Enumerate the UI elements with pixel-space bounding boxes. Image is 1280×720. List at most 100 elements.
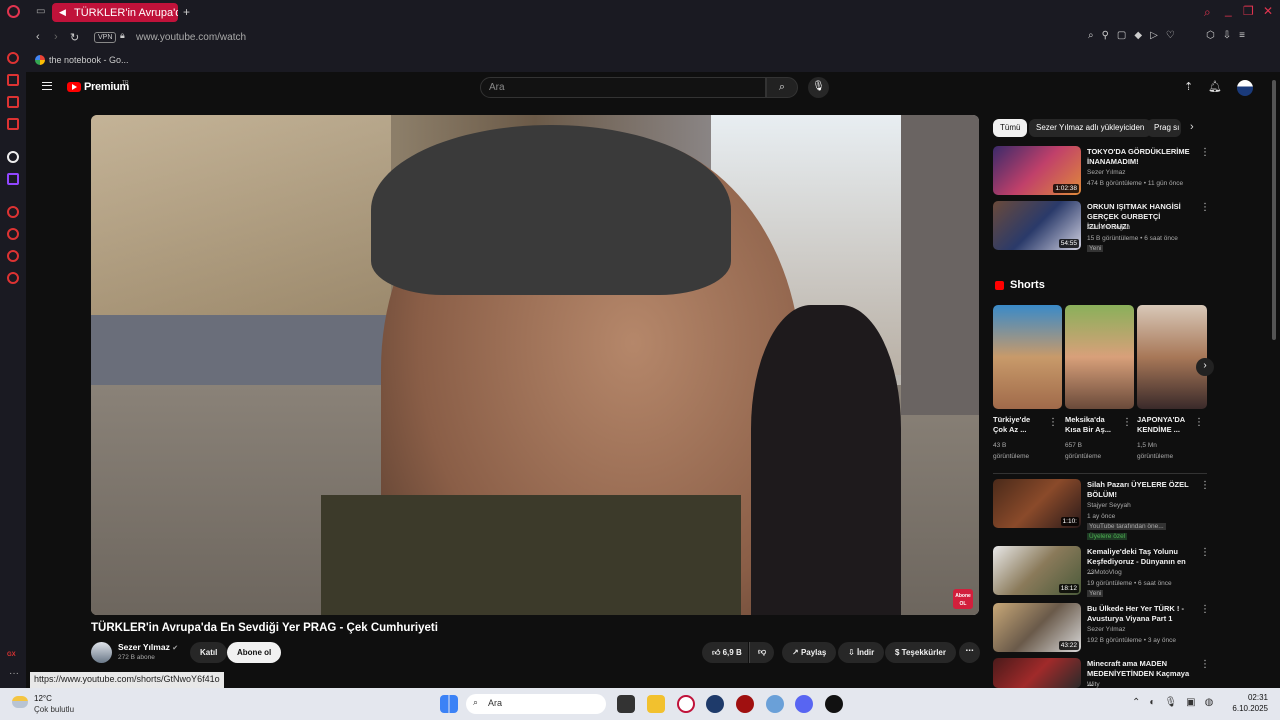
youtube-logo-icon[interactable] <box>67 82 81 92</box>
rec-channel[interactable]: Stajyer Seyyah <box>1087 502 1131 509</box>
minimize-icon[interactable]: _ <box>1225 3 1232 17</box>
taskview-icon[interactable] <box>617 695 635 713</box>
opera-logo-icon[interactable] <box>7 5 20 18</box>
share-button[interactable]: ↗ Paylaş <box>782 642 837 663</box>
toolbar-right-icons[interactable]: ⬡⇩≡ <box>1206 30 1253 41</box>
sidebar-extensions-icon[interactable] <box>7 250 19 262</box>
discord-icon[interactable] <box>795 695 813 713</box>
maximize-icon[interactable]: ❐ <box>1243 4 1254 18</box>
rec-channel[interactable]: Sezer Yılmaz <box>1087 626 1126 633</box>
short-title[interactable]: Türkiye'de Çok Az ... <box>993 415 1041 435</box>
sidebar-speed-dial-icon[interactable] <box>7 52 19 64</box>
bookmark-item[interactable]: the notebook - Go... <box>49 55 129 65</box>
rec-title[interactable]: Minecraft ama MADEN MEDENİYETİNDEN Kaçma… <box>1087 659 1192 689</box>
start-windows-icon[interactable] <box>440 695 458 713</box>
thanks-button[interactable]: $ Teşekkürler <box>885 642 956 663</box>
app-icon-2[interactable] <box>736 695 754 713</box>
more-actions-button[interactable]: ⋯ <box>959 642 980 663</box>
rec-channel[interactable]: 23MotoVlog <box>1087 569 1122 576</box>
search-input[interactable]: Ara <box>480 77 766 98</box>
sidebar-app-icon[interactable] <box>7 151 19 163</box>
app-icon-3[interactable] <box>766 695 784 713</box>
opera-taskbar-icon[interactable] <box>677 695 695 713</box>
subscribe-watermark[interactable]: Abone OL <box>953 589 973 609</box>
sidebar-aria-icon[interactable] <box>7 74 19 86</box>
weather-temp[interactable]: 12°C <box>34 694 52 703</box>
short-thumbnail[interactable] <box>1137 305 1207 409</box>
rec-thumbnail[interactable]: 1:10: <box>993 479 1081 528</box>
short-thumbnail[interactable] <box>1065 305 1134 409</box>
hamburger-menu-icon[interactable] <box>42 82 52 90</box>
search-tabs-icon[interactable]: ⌕ <box>1204 5 1211 20</box>
channel-avatar[interactable] <box>91 642 112 663</box>
clock-date[interactable]: 6.10.2025 <box>1222 704 1268 713</box>
chip-all[interactable]: Tümü <box>993 119 1028 137</box>
like-button[interactable]: 👍︎ 6,9 B <box>702 642 748 663</box>
rec-thumbnail[interactable] <box>993 658 1081 688</box>
rec-thumbnail[interactable]: 18:12 <box>993 546 1081 595</box>
search-button[interactable]: ⌕ <box>766 77 798 98</box>
tab-active[interactable]: ◀ TÜRKLER'in Avrupa'da <box>52 3 178 22</box>
chip-prague[interactable]: Prag sı <box>1147 119 1181 137</box>
chip-uploader[interactable]: Sezer Yılmaz adlı yükleyiciden <box>1029 119 1152 137</box>
video-player[interactable]: Abone OL <box>91 115 979 615</box>
toolbar-icons[interactable]: ⌕⚲▢◆▷♡ <box>1088 30 1183 41</box>
short-thumbnail[interactable] <box>993 305 1062 409</box>
sidebar-mail-icon[interactable] <box>7 118 19 130</box>
upload-icon[interactable]: ⇡ <box>1184 80 1193 93</box>
system-tray-icons[interactable]: ⌃◐🎙︎▣◍ <box>1132 697 1222 708</box>
rec-menu-icon[interactable]: ⋮ <box>1200 604 1210 615</box>
rec-title[interactable]: Silah Pazarı ÜYELERE ÖZEL BÖLÜM! <box>1087 480 1199 500</box>
voice-search-button[interactable]: 🎙︎ <box>808 77 829 98</box>
speaker-icon[interactable]: ◀ <box>59 7 66 18</box>
short-title[interactable]: Meksika'da Kısa Bir Aş... <box>1065 415 1119 435</box>
rec-thumbnail[interactable]: 54:55 <box>993 201 1081 250</box>
rec-channel[interactable]: Sezer Yılmaz <box>1087 169 1126 176</box>
lock-icon[interactable]: 🔒︎ <box>120 30 125 41</box>
scrollbar-thumb[interactable] <box>1272 80 1276 340</box>
rec-menu-icon[interactable]: ⋮ <box>1200 147 1210 158</box>
rec-thumbnail[interactable]: 1:02:38 <box>993 146 1081 195</box>
download-button[interactable]: ⇩ İndir <box>838 642 885 663</box>
dislike-button[interactable]: 👎︎ <box>749 642 775 663</box>
sidebar-twitch-icon[interactable] <box>7 173 19 185</box>
avatar[interactable] <box>1237 80 1253 96</box>
rec-channel[interactable]: Wity <box>1087 681 1100 688</box>
rec-thumbnail[interactable]: 43:22 <box>993 603 1081 652</box>
new-tab-icon[interactable]: + <box>183 5 190 19</box>
taskbar-search[interactable]: ⌕ Ara <box>466 694 606 714</box>
rec-menu-icon[interactable]: ⋮ <box>1200 480 1210 491</box>
rec-menu-icon[interactable]: ⋮ <box>1200 659 1210 670</box>
weather-desc[interactable]: Çok bulutlu <box>34 705 74 714</box>
rec-menu-icon[interactable]: ⋮ <box>1200 547 1210 558</box>
short-menu-icon[interactable]: ⋮ <box>1194 417 1204 428</box>
weather-icon[interactable] <box>12 696 28 708</box>
close-icon[interactable]: ✕ <box>1263 4 1273 18</box>
forward-icon[interactable]: › <box>54 31 58 43</box>
app-icon-1[interactable] <box>706 695 724 713</box>
rec-title[interactable]: TOKYO'DA GÖRDÜKLERİME İNANAMADIM! <box>1087 147 1199 167</box>
sidebar-settings-icon[interactable] <box>7 272 19 284</box>
rec-title[interactable]: Bu Ülkede Her Yer TÜRK ! - Avusturya Viy… <box>1087 604 1199 624</box>
subscribe-button[interactable]: Abone ol <box>227 642 282 663</box>
app-icon-4[interactable] <box>825 695 843 713</box>
rec-channel[interactable]: Ataberk Doğan <box>1087 224 1130 231</box>
shorts-next-button[interactable]: › <box>1196 358 1214 376</box>
tab-islands-icon[interactable]: ▭ <box>36 6 45 17</box>
rec-menu-icon[interactable]: ⋮ <box>1200 202 1210 213</box>
url-text[interactable]: www.youtube.com/watch <box>136 32 246 43</box>
join-button[interactable]: Katıl <box>190 642 228 663</box>
short-menu-icon[interactable]: ⋮ <box>1048 417 1058 428</box>
short-menu-icon[interactable]: ⋮ <box>1122 417 1132 428</box>
sidebar-messenger-icon[interactable] <box>7 96 19 108</box>
short-title[interactable]: JAPONYA'DA KENDİME ... <box>1137 415 1191 435</box>
sidebar-player-icon[interactable] <box>7 206 19 218</box>
notifications-bell-icon[interactable]: 🔔︎ <box>1208 80 1222 93</box>
sidebar-gx-icon[interactable]: GX <box>7 652 16 658</box>
clock-time[interactable]: 02:31 <box>1236 693 1268 702</box>
sidebar-history-icon[interactable] <box>7 228 19 240</box>
back-icon[interactable]: ‹ <box>36 31 40 43</box>
file-explorer-icon[interactable] <box>647 695 665 713</box>
reload-icon[interactable]: ↻ <box>70 31 79 44</box>
chips-next-icon[interactable]: › <box>1190 121 1194 133</box>
